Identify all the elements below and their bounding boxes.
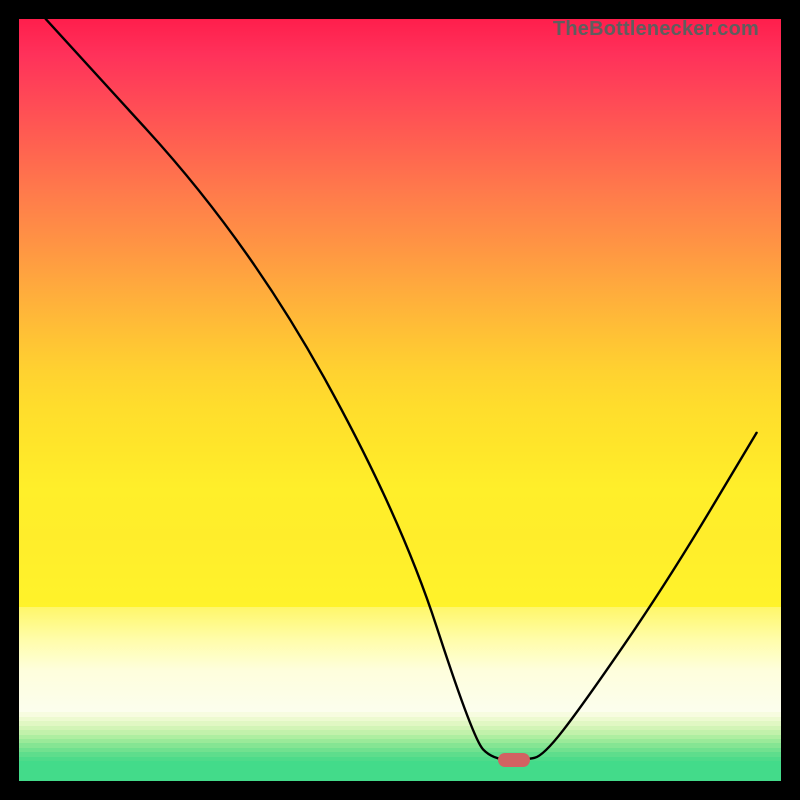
watermark-text: TheBottlenecker.com (553, 18, 759, 41)
optimal-point-marker (498, 753, 530, 767)
plot-area (19, 19, 781, 781)
chart-frame: TheBottlenecker.com (0, 0, 800, 800)
bottleneck-curve (19, 19, 781, 781)
